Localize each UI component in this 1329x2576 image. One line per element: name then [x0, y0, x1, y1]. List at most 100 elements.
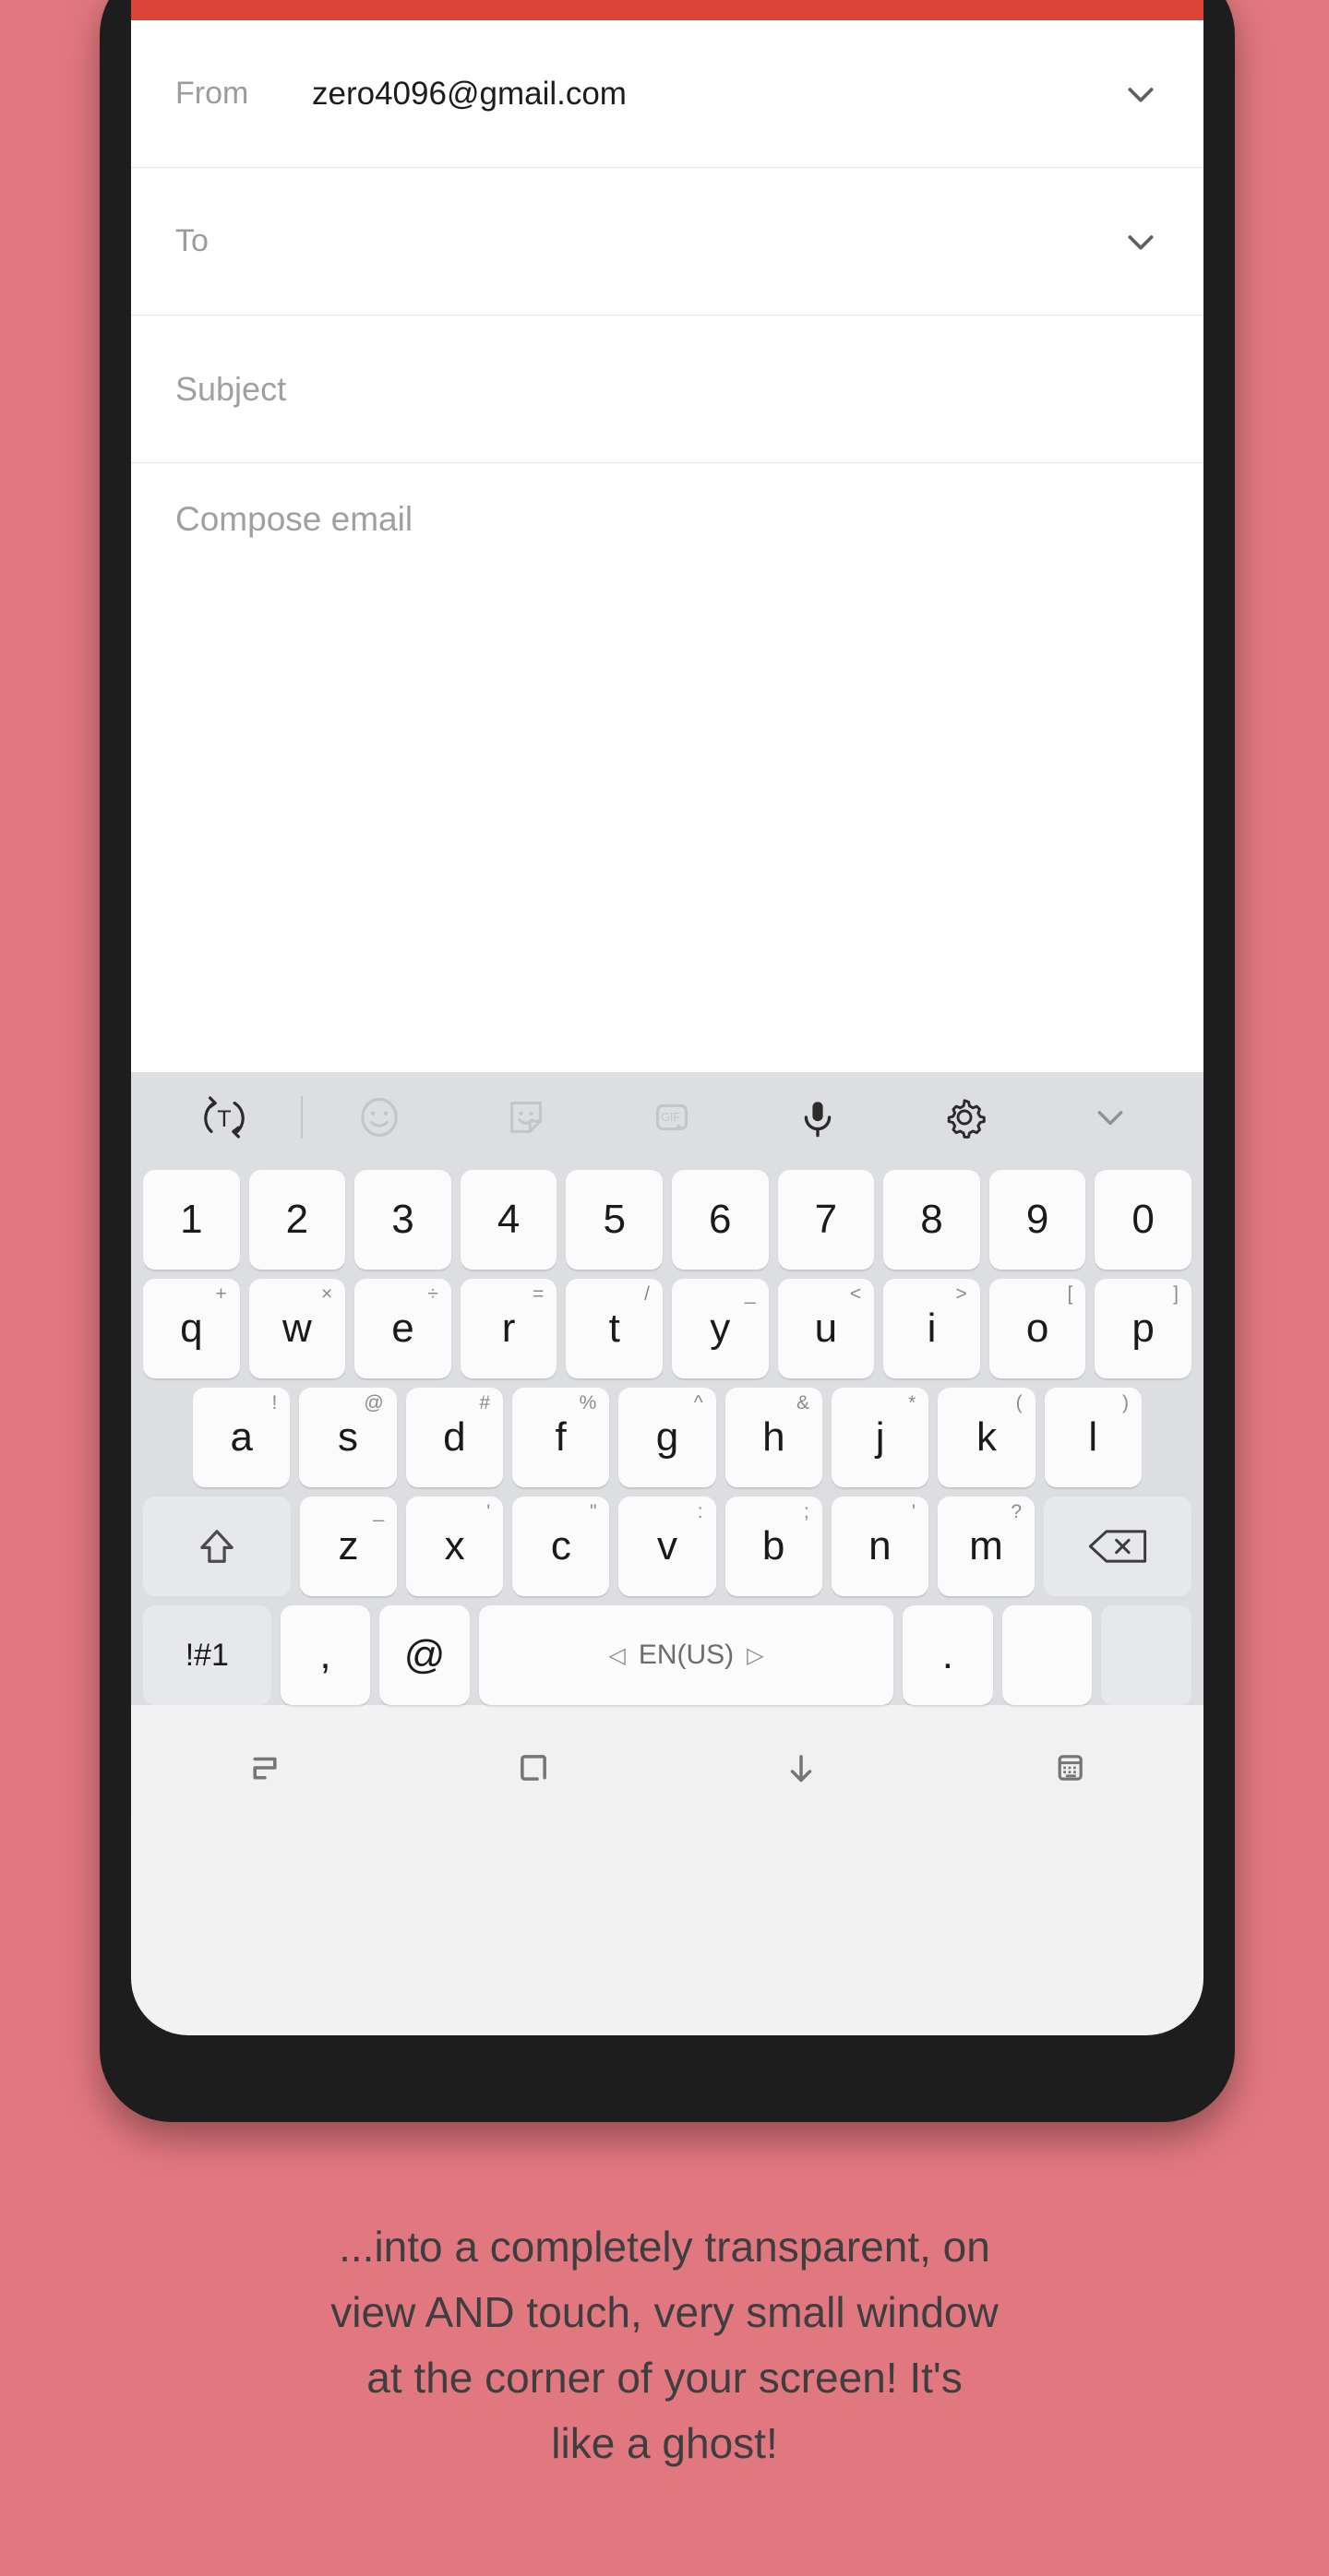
key-sup: / — [644, 1283, 650, 1305]
gif-button[interactable]: GIF — [599, 1091, 745, 1143]
key-label: p — [1131, 1306, 1155, 1351]
key-x[interactable]: ' x — [406, 1497, 504, 1596]
nav-recents-button[interactable] — [131, 1743, 400, 1793]
back-button[interactable] — [155, 0, 234, 20]
collapse-toolbar-button[interactable] — [1037, 1093, 1183, 1141]
key-e[interactable]: ÷ e — [354, 1279, 451, 1378]
key-at[interactable]: @ — [379, 1605, 470, 1705]
body-input[interactable]: Compose email — [175, 500, 1159, 539]
key-label: n — [868, 1523, 892, 1568]
key-a[interactable]: ! a — [193, 1388, 291, 1487]
key-label: k — [976, 1414, 997, 1460]
dotcom-key[interactable] — [1001, 1605, 1093, 1705]
collapse-chevron-icon — [1097, 1111, 1123, 1126]
key-t[interactable]: / t — [566, 1279, 663, 1378]
key-label: !#1 — [185, 1637, 229, 1673]
symbols-key[interactable]: !#1 — [143, 1605, 271, 1705]
key-d[interactable]: # d — [405, 1388, 503, 1487]
key-2[interactable]: 2 — [248, 1170, 346, 1270]
nav-hide-keyboard-button[interactable] — [667, 1743, 936, 1793]
microphone-icon — [804, 1102, 832, 1138]
key-sup: × — [320, 1283, 333, 1305]
keyboard-settings-button[interactable] — [891, 1091, 1036, 1143]
key-label: 2 — [285, 1197, 309, 1242]
key-4[interactable]: 4 — [460, 1170, 557, 1270]
key-6[interactable]: 6 — [672, 1170, 769, 1270]
key-label: a — [230, 1414, 253, 1460]
key-8[interactable]: 8 — [883, 1170, 980, 1270]
hide-keyboard-icon — [791, 1755, 812, 1783]
key-label: j — [875, 1414, 885, 1460]
key-m[interactable]: ? m — [937, 1497, 1036, 1596]
key-v[interactable]: :v — [618, 1497, 716, 1596]
key-label: 3 — [391, 1197, 414, 1242]
key-r[interactable]: = r — [460, 1279, 557, 1378]
key-label: 8 — [920, 1197, 943, 1242]
key-5[interactable]: 5 — [566, 1170, 663, 1270]
key-s[interactable]: @ s — [299, 1388, 397, 1487]
key-sup: @ — [364, 1392, 384, 1413]
home-icon — [520, 1755, 546, 1781]
sticker-button[interactable] — [453, 1091, 599, 1143]
key-n[interactable]: ' n — [831, 1497, 928, 1596]
backspace-key[interactable] — [1044, 1497, 1191, 1596]
subject-row[interactable]: Subject — [131, 316, 1203, 463]
key-comma[interactable]: , — [280, 1605, 371, 1705]
key-label: v — [656, 1523, 677, 1568]
key-j[interactable]: * j — [831, 1388, 929, 1487]
key-label: o — [1025, 1306, 1049, 1351]
prev-language-arrow-icon[interactable]: ◁ — [608, 1642, 625, 1669]
key-sup: " — [589, 1501, 597, 1522]
key-z[interactable]: _ z — [299, 1497, 398, 1596]
chevron-down-icon[interactable] — [1122, 76, 1159, 113]
emoji-button[interactable] — [306, 1091, 452, 1143]
key-p[interactable]: ] p — [1095, 1279, 1191, 1378]
from-row[interactable]: From zero4096@gmail.com — [131, 20, 1203, 168]
key-0[interactable]: 0 — [1095, 1170, 1191, 1270]
key-w[interactable]: × w — [248, 1279, 346, 1378]
to-row[interactable]: To — [131, 168, 1203, 316]
chevron-down-icon[interactable] — [1122, 223, 1159, 260]
key-i[interactable]: > i — [883, 1279, 980, 1378]
key-o[interactable]: [o — [988, 1279, 1086, 1378]
keyboard-toolbar: T GIF — [131, 1072, 1203, 1163]
key-label: r — [501, 1306, 516, 1351]
space-key[interactable]: ◁ EN(US) ▷ — [478, 1605, 894, 1705]
nav-home-button[interactable] — [400, 1743, 668, 1793]
key-l[interactable]: ) l — [1044, 1388, 1142, 1487]
recents-icon — [253, 1757, 277, 1780]
key-b[interactable]: ; b — [724, 1497, 822, 1596]
key-1[interactable]: 1 — [143, 1170, 240, 1270]
key-sup: ' — [486, 1501, 491, 1522]
key-label: x — [444, 1523, 465, 1568]
key-9[interactable]: 9 — [988, 1170, 1086, 1270]
key-g[interactable]: ^ g — [618, 1388, 716, 1487]
keyboard-row-bottom-letters: _ z ' x " c :v ; b ' n ? m — [131, 1497, 1203, 1596]
shift-key[interactable] — [143, 1497, 291, 1596]
voice-input-button[interactable] — [745, 1091, 891, 1143]
space-language-label: EN(US) — [638, 1640, 735, 1670]
key-period[interactable]: . — [903, 1605, 993, 1705]
subject-input[interactable]: Subject — [175, 370, 1159, 409]
done-key[interactable] — [1101, 1605, 1191, 1705]
key-sup: : — [697, 1501, 703, 1522]
key-h[interactable]: & h — [724, 1388, 822, 1487]
key-sup: ; — [803, 1501, 809, 1522]
samsung-keyboard: T GIF 1 2 3 4 5 6 7 8 9 0 + q × w ÷ e = … — [131, 1072, 1203, 1705]
body-row[interactable]: Compose email — [131, 463, 1203, 1072]
key-3[interactable]: 3 — [354, 1170, 451, 1270]
key-k[interactable]: (k — [938, 1388, 1036, 1487]
key-sup: ( — [1015, 1392, 1023, 1413]
key-label: h — [762, 1414, 785, 1460]
key-f[interactable]: % f — [512, 1388, 610, 1487]
next-language-arrow-icon[interactable]: ▷ — [747, 1642, 763, 1669]
nav-keyboard-switch-button[interactable] — [936, 1743, 1204, 1793]
key-q[interactable]: + q — [143, 1279, 240, 1378]
key-c[interactable]: " c — [512, 1497, 610, 1596]
phone-screen: Compose From — [131, 0, 1203, 2035]
text-translate-button[interactable]: T — [151, 1091, 297, 1143]
key-label: s — [338, 1414, 358, 1460]
key-y[interactable]: _ y — [672, 1279, 769, 1378]
key-u[interactable]: < u — [777, 1279, 875, 1378]
key-7[interactable]: 7 — [777, 1170, 875, 1270]
